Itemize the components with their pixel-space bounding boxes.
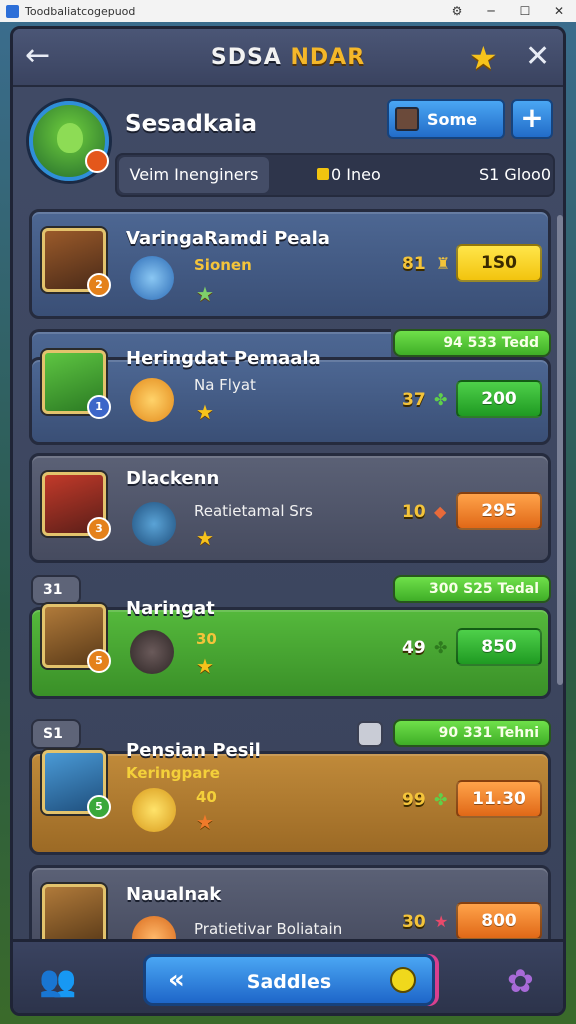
- level-badge: 1: [87, 395, 111, 419]
- price-button[interactable]: 800: [456, 902, 542, 940]
- price-button[interactable]: 1S0: [456, 244, 542, 282]
- level-badge: 3: [87, 517, 111, 541]
- clover-icon: ✤: [434, 790, 448, 809]
- app-icon: [6, 4, 19, 18]
- coin-icon: [317, 168, 329, 180]
- hero-portrait: 3: [42, 472, 111, 541]
- star-icon: ★: [196, 400, 214, 424]
- star-icon: ★: [434, 912, 449, 931]
- hero-portrait: 5: [42, 750, 111, 819]
- close-icon[interactable]: ✕: [525, 39, 550, 74]
- toggle-icon[interactable]: [357, 721, 383, 747]
- rank-badge: 31: [31, 575, 81, 605]
- list-item[interactable]: 1 Heringdat Pemaala Na Flyat ★ 37 ✤ 200: [29, 348, 551, 445]
- friends-icon[interactable]: 👥: [39, 964, 76, 999]
- chat-bubble-icon: [390, 967, 416, 993]
- settings-gear-icon[interactable]: ⚙: [440, 4, 474, 18]
- price-button[interactable]: 200: [456, 380, 542, 418]
- add-button[interactable]: +: [511, 99, 553, 139]
- hero-portrait: 5: [42, 604, 111, 673]
- scrollbar[interactable]: [557, 215, 563, 685]
- stats-bar: Veim Inenginers 0 Ineo S1 Gloo0: [115, 153, 555, 197]
- window-titlebar: Toodbaliatcogepuod ⚙ ─ ☐ ✕: [0, 0, 576, 22]
- pet-icon: [130, 256, 174, 300]
- star-icon: ★: [196, 654, 214, 678]
- list-item[interactable]: 3 Dlackenn Reatietamal Srs ★ 10 ◆ 295: [29, 453, 551, 563]
- price-button[interactable]: 295: [456, 492, 542, 530]
- price-button[interactable]: 11.30: [456, 780, 542, 818]
- pet-icon: [130, 630, 174, 674]
- level-badge: 2: [87, 273, 111, 297]
- window-close-button[interactable]: ✕: [542, 4, 576, 18]
- coins-counter: 0 Ineo: [317, 155, 381, 195]
- level-badge: 5: [87, 795, 111, 819]
- saddles-button[interactable]: « Saddles: [143, 954, 435, 1006]
- top-bar: ← SDSA NDAR ★ ✕: [13, 29, 563, 87]
- avatar-face: [57, 123, 83, 153]
- player-avatar[interactable]: [29, 101, 109, 181]
- bottom-bar: 👥 « Saddles ✿: [13, 939, 563, 1013]
- level-badge: 5: [87, 649, 111, 673]
- reward-pill: 94 533 Tedd: [393, 329, 551, 357]
- hero-portrait: 1: [42, 350, 111, 419]
- star-icon: ★: [196, 526, 214, 550]
- minimize-button[interactable]: ─: [474, 4, 508, 18]
- trophy-icon: ♜: [436, 254, 451, 273]
- clover-icon: ✤: [434, 390, 448, 409]
- reward-pill: 90 331 Tehni: [393, 719, 551, 747]
- some-button[interactable]: Some: [387, 99, 505, 139]
- team-tag[interactable]: Veim Inenginers: [119, 157, 269, 193]
- hero-portrait: 2: [42, 228, 111, 297]
- gold-counter: S1 Gloo0: [478, 165, 551, 184]
- star-icon: ★: [196, 282, 214, 306]
- pet-icon: [130, 378, 174, 422]
- rank-badge: S1: [31, 719, 81, 749]
- clover-icon: ✤: [434, 638, 448, 657]
- list-item[interactable]: 5 Naringat 30 ★ 49 ✤ 850: [29, 598, 551, 699]
- player-name: Sesadkaia: [125, 111, 258, 137]
- window-title: Toodbaliatcogepuod: [25, 4, 136, 18]
- pet-icon: [132, 788, 176, 832]
- star-icon[interactable]: ★: [469, 39, 498, 77]
- price-button[interactable]: 850: [456, 628, 542, 666]
- list-item[interactable]: 5 Pensian Pesil Keringpare 40 ★ 99 ✤ 11.…: [29, 740, 551, 855]
- pet-icon: [132, 502, 176, 546]
- gem-icon: ◆: [434, 502, 447, 521]
- list-item[interactable]: 2 VaringaRamdi Peala Sionen ★ 81 ♜ 1S0: [29, 209, 551, 319]
- reward-pill: 300 S25 Tedal: [393, 575, 551, 603]
- star-icon: ★: [196, 810, 214, 834]
- settings-icon[interactable]: ✿: [507, 962, 534, 1000]
- level-badge: [85, 149, 109, 173]
- game-frame: ← SDSA NDAR ★ ✕ Sesadkaia Some + Veim In…: [10, 26, 566, 1016]
- mini-avatar: [395, 107, 419, 131]
- maximize-button[interactable]: ☐: [508, 4, 542, 18]
